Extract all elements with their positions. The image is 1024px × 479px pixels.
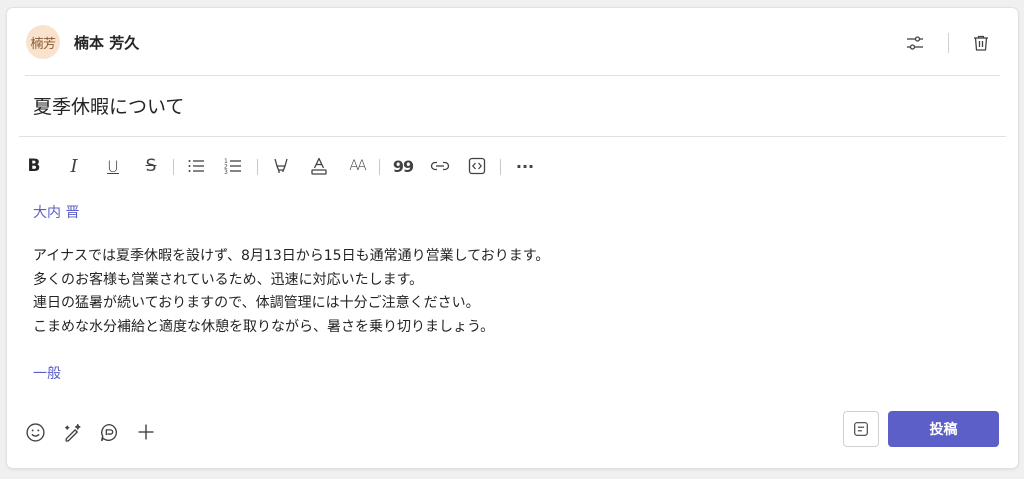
highlight-icon <box>274 158 288 173</box>
options-button[interactable] <box>902 30 928 56</box>
message-line: こまめな水分補給と適度な休憩を取りながら、暑さを乗り切りましょう。 <box>33 318 495 335</box>
author-name: 楠本 芳久 <box>74 34 140 52</box>
trash-icon <box>974 35 988 51</box>
code-snippet-icon <box>468 157 486 175</box>
strikethrough-icon: S <box>145 156 157 176</box>
loop-icon <box>100 423 117 441</box>
subject-field[interactable]: 夏季休暇について <box>33 92 184 119</box>
message-body[interactable]: アイナスでは夏季休暇を設けず、8月13日から15日も通常通り営業しております。 … <box>33 245 549 339</box>
font-color-button[interactable] <box>306 152 332 180</box>
message-line: アイナスでは夏季休暇を設けず、8月13日から15日も通常通り営業しております。 <box>33 248 550 264</box>
highlight-button[interactable] <box>268 152 294 180</box>
more-options-icon: ··· <box>515 156 535 176</box>
header-divider <box>948 33 949 53</box>
bulleted-list-icon <box>188 160 204 172</box>
add-attachment-button[interactable] <box>133 419 159 445</box>
more-options-button[interactable]: ··· <box>512 152 538 180</box>
font-color-icon <box>311 157 327 175</box>
bold-icon: B <box>27 156 41 176</box>
subject-divider-line <box>19 136 1006 137</box>
emoji-icon <box>25 422 45 442</box>
quote-icon: 99 <box>392 156 414 176</box>
settings-sliders-icon <box>907 36 923 50</box>
message-line: 連日の猛暑が続いておりますので、体調管理には十分ご注意ください。 <box>33 295 480 311</box>
bulleted-list-button[interactable] <box>183 152 209 180</box>
quote-button[interactable]: 99 <box>390 152 416 180</box>
toolbar-divider <box>500 159 501 175</box>
code-snippet-button[interactable] <box>464 152 490 180</box>
numbered-list-icon: 1 2 3 <box>224 158 241 176</box>
underline-icon: U <box>107 156 119 176</box>
plus-icon <box>138 424 154 440</box>
copilot-rewrite-button[interactable] <box>59 419 85 445</box>
bold-button[interactable]: B <box>21 152 47 180</box>
channel-mention-tag[interactable]: 一般 <box>33 363 61 383</box>
post-composer: 楠芳 楠本 芳久 夏季休暇について B I U S 1 2 3 AA 99 ··… <box>7 8 1018 468</box>
note-icon <box>854 422 868 436</box>
toolbar-divider <box>379 159 380 175</box>
avatar: 楠芳 <box>26 25 60 59</box>
font-size-icon: AA <box>349 158 366 174</box>
underline-button[interactable]: U <box>100 152 126 180</box>
post-button[interactable]: 投稿 <box>888 411 999 447</box>
delete-button[interactable] <box>968 30 994 56</box>
toolbar-divider <box>257 159 258 175</box>
loop-component-button[interactable] <box>96 419 122 445</box>
svg-text:3: 3 <box>224 169 228 176</box>
font-size-button[interactable]: AA <box>344 152 370 180</box>
toolbar-divider <box>173 159 174 175</box>
italic-button[interactable]: I <box>61 152 87 180</box>
italic-icon: I <box>70 155 78 177</box>
emoji-button[interactable] <box>22 419 48 445</box>
numbered-list-button[interactable]: 1 2 3 <box>220 152 246 180</box>
mention-tag[interactable]: 大内 晋 <box>33 202 79 222</box>
header-divider-line <box>25 75 1000 76</box>
strikethrough-button[interactable]: S <box>138 152 164 180</box>
link-button[interactable] <box>427 152 453 180</box>
link-icon <box>430 161 450 171</box>
message-line: 多くのお客様も営業されているため、迅速に対応いたします。 <box>33 271 424 288</box>
composer-header: 楠芳 楠本 芳久 <box>7 8 1018 75</box>
schedule-post-button[interactable] <box>843 411 879 447</box>
magic-pen-icon <box>64 423 81 442</box>
